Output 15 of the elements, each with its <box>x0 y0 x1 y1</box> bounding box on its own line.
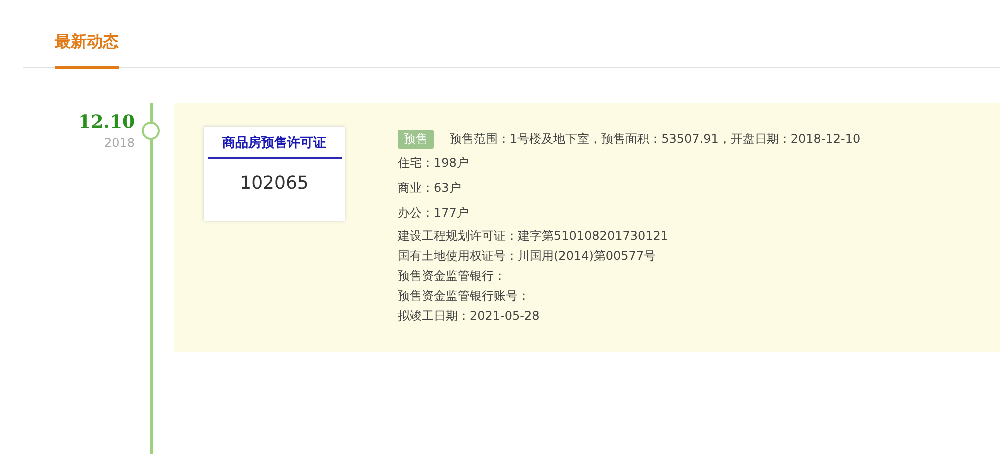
info-text: 预售资金监管银行账号： <box>398 288 531 305</box>
info-text: 国有土地使用权证号：川国用(2014)第00577号 <box>398 248 658 265</box>
info-text: 拟竣工日期：2021-05-28 <box>398 308 541 325</box>
info-text: 住宅：198户 <box>398 155 470 172</box>
timeline-year: 2018 <box>103 136 135 150</box>
info-text: 预售范围：1号楼及地下室，预售面积：53507.91，开盘日期：2018-12-10 <box>450 130 861 148</box>
section-tab[interactable]: 最新动态 <box>55 32 119 69</box>
info-text: 建设工程规划许可证：建字第510108201730121 <box>398 228 670 245</box>
status-tag: 预售 <box>398 130 434 148</box>
certificate-title: 商品房预售许可证 <box>208 127 342 159</box>
info-text: 预售资金监管银行： <box>398 268 507 285</box>
info-text: 商业：63户 <box>398 180 462 197</box>
certificate-number: 102065 <box>240 173 309 194</box>
info-text: 办公：177户 <box>398 205 470 222</box>
timeline-date: 12.10 <box>78 113 135 133</box>
